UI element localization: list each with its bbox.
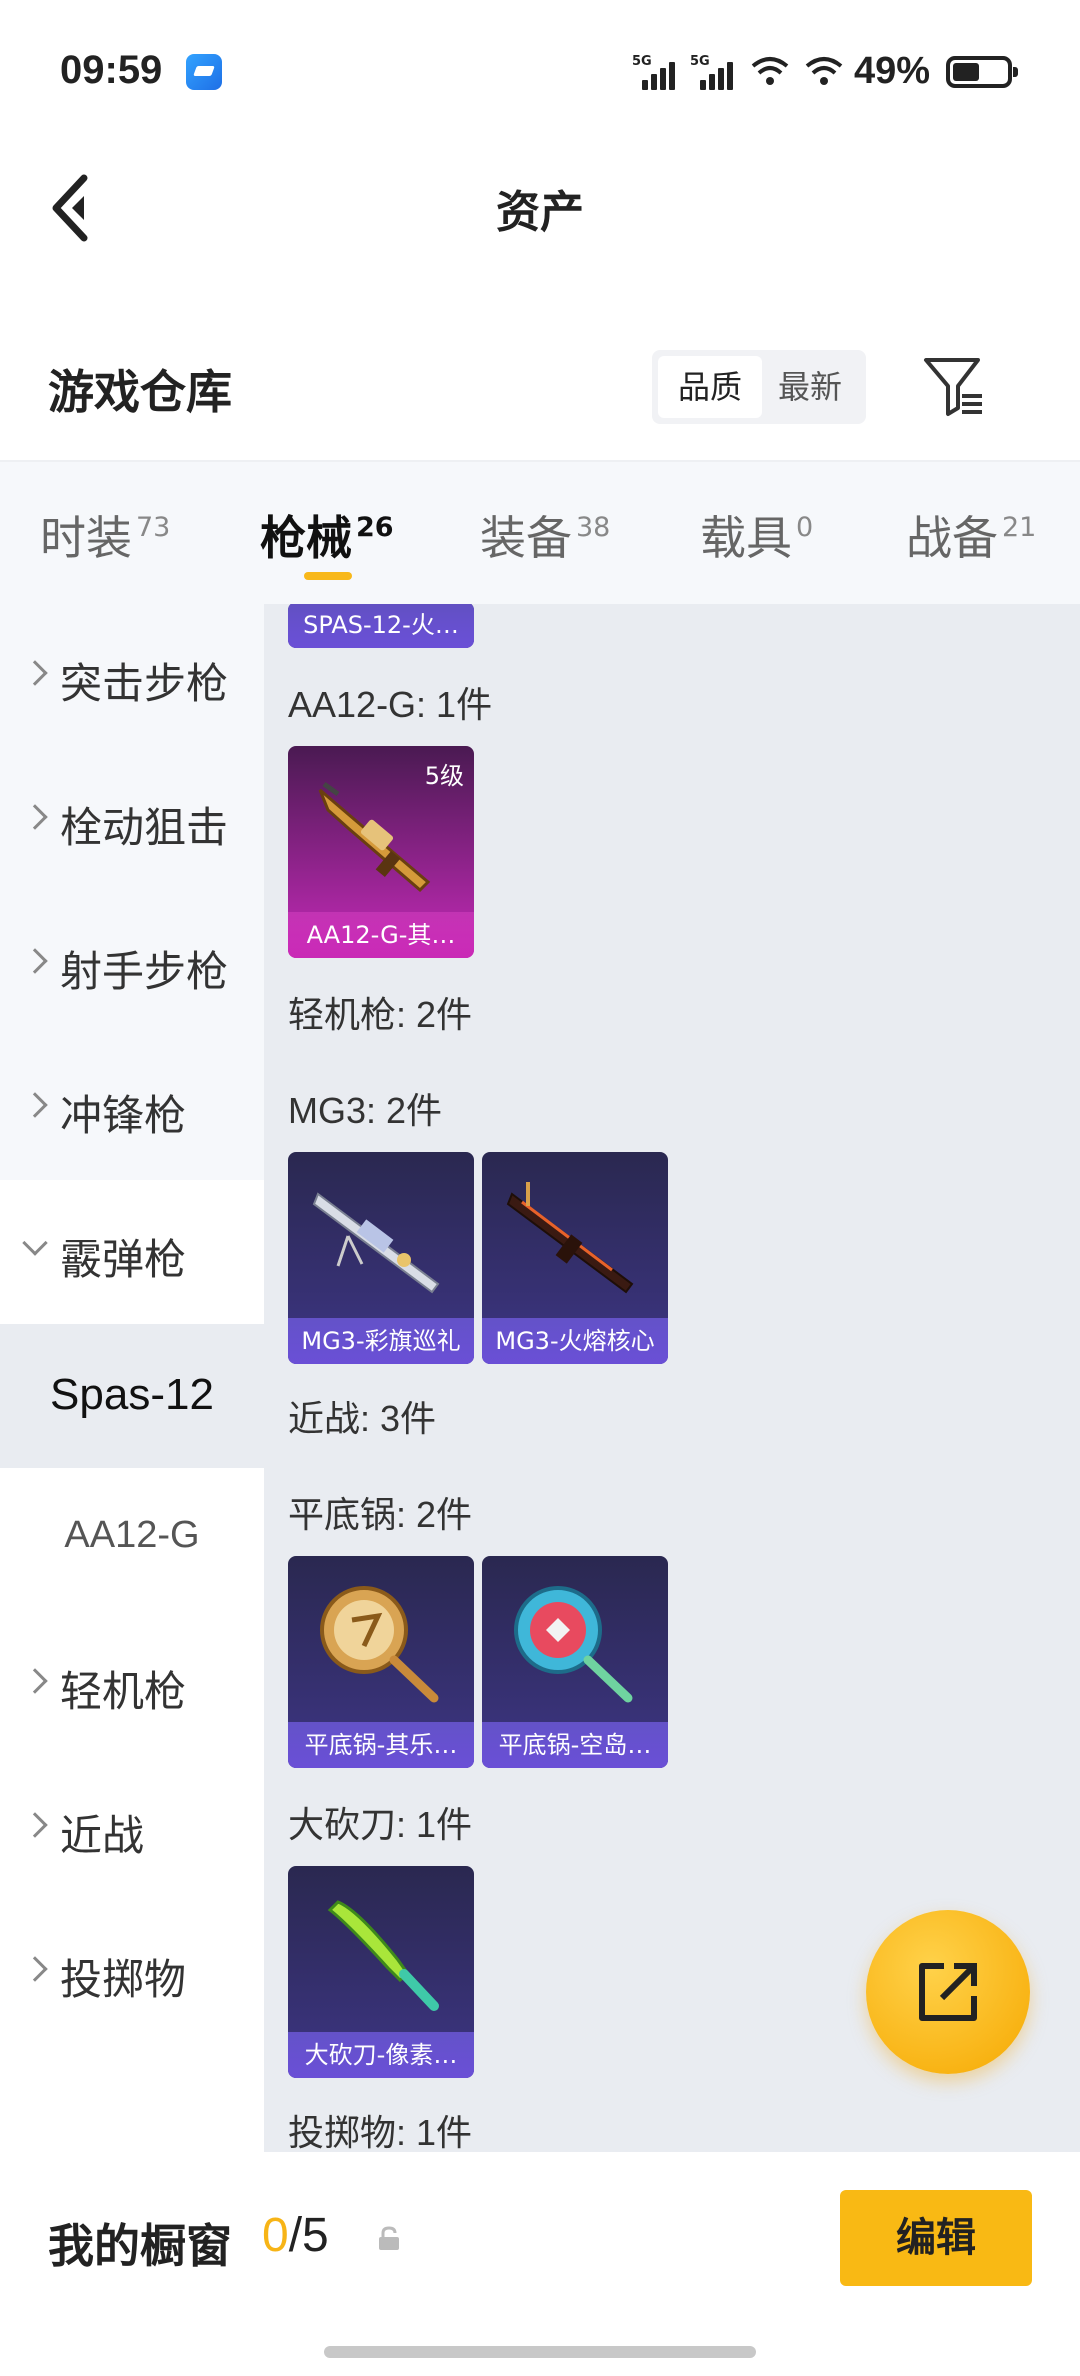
machete-image [327,1900,439,2011]
wifi-icon [805,57,843,85]
section-title-throwable: 投掷物: 1件 [288,2112,473,2152]
item-card-spas12[interactable]: SPAS-12-火… [288,604,474,648]
aa12g-weapon-image [318,781,431,893]
mg3-weapon-image [312,1192,440,1294]
item-card-mg3-flag[interactable]: MG3-彩旗巡礼 [288,1152,474,1364]
tab-fashion[interactable]: 时装 73 [40,502,170,568]
showcase-count: 0/5 [262,2209,329,2262]
sidebar-item-melee[interactable]: 近战 [0,1756,264,1900]
active-tab-indicator [304,572,352,580]
chevron-right-icon [22,804,48,830]
filter-icon[interactable] [922,356,986,418]
lock-icon [379,2226,399,2250]
sidebar-subitem-spas12[interactable]: Spas-12 [0,1324,264,1468]
pan-image [514,1586,633,1703]
showcase-title: 我的橱窗 [48,2219,232,2273]
share-button[interactable] [866,1910,1030,2074]
chevron-right-icon [22,1092,48,1118]
title-bar: 资产 [0,140,1080,270]
section-title-mg3: MG3: 2件 [288,1090,443,1131]
tab-firearms[interactable]: 枪械 26 [260,502,394,568]
chevron-right-icon [22,1668,48,1694]
sidebar-item-throwables[interactable]: 投掷物 [0,1900,264,2152]
sort-quality-button[interactable]: 品质 [658,356,762,418]
signal-icon: 5G [690,54,734,90]
sidebar-item-assault-rifle[interactable]: 突击步枪 [0,604,264,748]
status-time: 09:59 [60,48,163,92]
signal-icon: 5G [632,54,676,90]
category-tabs: 时装 73 枪械 26 装备 38 载具 0 战备 21 [0,460,1080,604]
chevron-right-icon [22,948,48,974]
item-card-mg3-lava[interactable]: MG3-火熔核心 [482,1152,668,1364]
battery-icon [946,56,1018,88]
sidebar-item-bolt-sniper[interactable]: 栓动狙击 [0,748,264,892]
app-notification-icon [186,54,222,90]
sort-toggle: 品质 最新 [652,350,866,424]
warehouse-header: 游戏仓库 品质 最新 [0,330,1080,460]
item-card-pan-fun[interactable]: 平底锅-其乐… [288,1556,474,1768]
pan-image [320,1586,439,1703]
item-card-pan-sky[interactable]: 平底锅-空岛… [482,1556,668,1768]
tab-supplies[interactable]: 战备 21 [906,502,1036,568]
sidebar-subitem-aa12g[interactable]: AA12-G [0,1468,264,1612]
status-bar: 09:59 5G 5G 49% [0,0,1080,140]
tab-vehicles[interactable]: 载具 0 [700,502,813,568]
hotspot-icon [751,57,789,85]
sidebar-item-lmg[interactable]: 轻机枪 [0,1612,264,1756]
page-title: 资产 [496,187,584,238]
sidebar-item-marksman-rifle[interactable]: 射手步枪 [0,892,264,1036]
tab-equipment[interactable]: 装备 38 [480,502,610,568]
chevron-right-icon [22,660,48,686]
chevron-right-icon [22,1956,48,1982]
sort-latest-button[interactable]: 最新 [758,356,862,418]
edit-button[interactable]: 编辑 [840,2190,1032,2286]
section-title-machete: 大砍刀: 1件 [288,1804,473,1845]
sidebar-item-shotgun[interactable]: 霰弹枪 [0,1180,264,1324]
item-card-machete-pixel[interactable]: 大砍刀-像素… [288,1866,474,2078]
home-indicator[interactable] [324,2346,756,2358]
showcase-bar: 我的橱窗 0/5 编辑 [0,2152,1080,2376]
mg3-weapon-image [506,1182,634,1294]
section-title-lmg: 轻机枪: 2件 [288,994,473,1035]
chevron-right-icon [22,1812,48,1838]
section-title-pan: 平底锅: 2件 [288,1494,473,1535]
item-card-aa12g[interactable]: 5级 AA12-G-其… [288,746,474,958]
section-title-aa12g: AA12-G: 1件 [288,684,493,725]
warehouse-title: 游戏仓库 [48,365,232,419]
battery-percent: 49% [854,50,931,92]
sidebar-item-smg[interactable]: 冲锋枪 [0,1036,264,1180]
weapon-category-sidebar: 突击步枪 栓动狙击 射手步枪 冲锋枪 霰弹枪 Spas-12 AA12-G 轻机… [0,604,264,2152]
share-icon [919,1963,977,2021]
section-title-melee: 近战: 3件 [288,1398,437,1439]
chevron-down-icon [22,1230,48,1256]
